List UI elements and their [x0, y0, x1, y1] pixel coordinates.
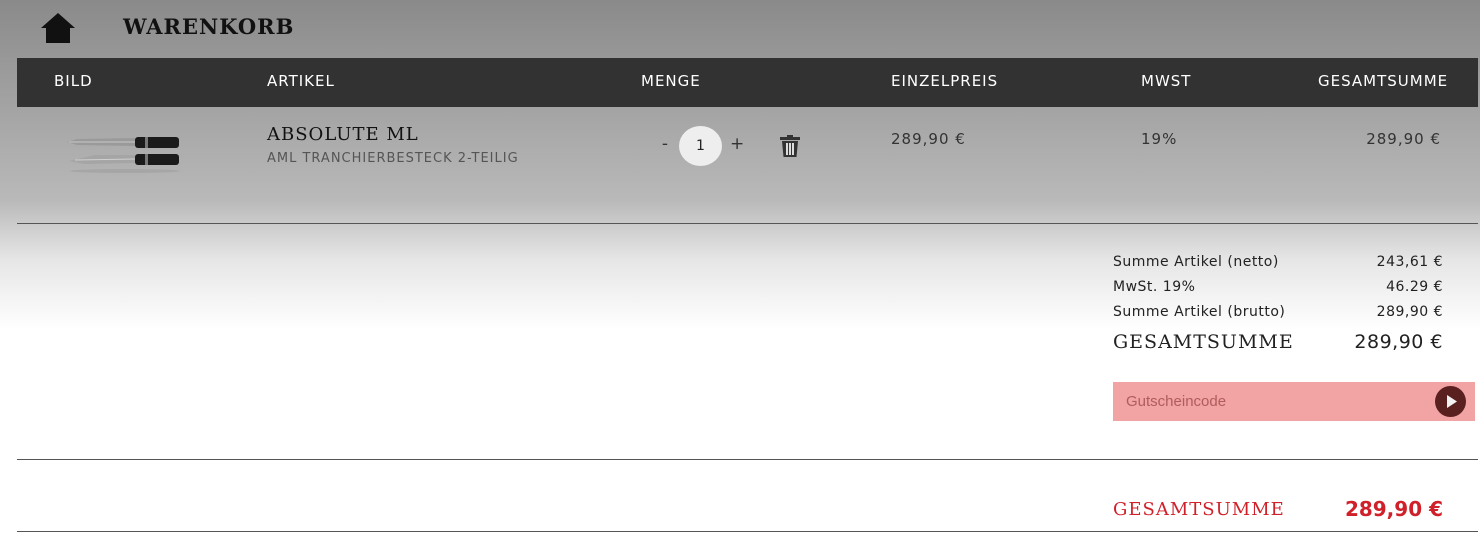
net-sum-value: 243,61 €	[1376, 254, 1443, 270]
grand-total-label: GESAMTSUMME	[1113, 499, 1285, 520]
total-label: GESAMTSUMME	[1113, 331, 1294, 353]
gross-sum-label: Summe Artikel (brutto)	[1113, 304, 1286, 320]
gross-sum-value: 289,90 €	[1376, 304, 1443, 320]
voucher-code-input[interactable]	[1113, 382, 1423, 421]
page-header: WARENKORB	[0, 0, 1480, 58]
trash-icon[interactable]	[778, 134, 802, 158]
total-value: 289,90 €	[1354, 331, 1443, 353]
net-sum-label: Summe Artikel (netto)	[1113, 254, 1279, 270]
unit-price: 289,90 €	[891, 130, 966, 148]
column-header-article: ARTIKEL	[267, 72, 335, 90]
column-header-total: GESAMTSUMME	[1318, 72, 1449, 90]
column-header-unit-price: EINZELPREIS	[891, 72, 999, 90]
voucher-form	[1113, 382, 1475, 421]
divider	[17, 459, 1478, 460]
vat-sum-label: MwSt. 19%	[1113, 279, 1196, 295]
column-header-image: BILD	[54, 72, 93, 90]
quantity-input[interactable]	[679, 126, 722, 166]
column-header-quantity: MENGE	[641, 72, 701, 90]
row-total: 289,90 €	[1366, 130, 1441, 148]
grand-total-value: 289,90 €	[1344, 497, 1443, 521]
play-arrow-icon[interactable]	[1435, 386, 1466, 417]
page-title: WARENKORB	[123, 14, 295, 39]
quantity-decrease-button[interactable]: -	[658, 134, 672, 154]
divider	[17, 531, 1478, 532]
knife-set-image[interactable]	[65, 135, 183, 175]
product-subtitle: AML TRANCHIERBESTECK 2-TEILIG	[267, 151, 519, 166]
quantity-increase-button[interactable]: +	[730, 134, 744, 154]
column-header-vat: MWST	[1141, 72, 1192, 90]
vat-sum-value: 46.29 €	[1386, 279, 1443, 295]
product-name[interactable]: ABSOLUTE ML	[267, 124, 419, 145]
home-icon[interactable]	[40, 12, 76, 44]
cart-table-header: BILD ARTIKEL MENGE EINZELPREIS MWST GESA…	[17, 58, 1478, 107]
table-row: ABSOLUTE ML AML TRANCHIERBESTECK 2-TEILI…	[17, 107, 1478, 224]
vat-rate: 19%	[1141, 130, 1178, 148]
